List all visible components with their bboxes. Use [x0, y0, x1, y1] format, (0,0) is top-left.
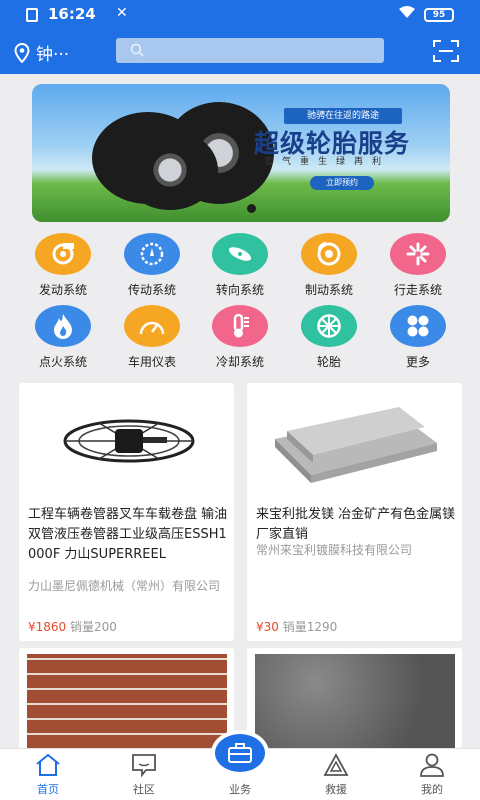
warning-triangle-icon — [323, 753, 349, 776]
product-title: 来宝利批发镁 冶金矿产有色金属镁 厂家直销 — [256, 507, 456, 542]
location-selector[interactable]: 钟··· — [14, 40, 69, 65]
product-price-row: ¥30 销量1290 — [256, 618, 337, 635]
promo-banner[interactable]: 驰骋在往返的路途 超级轮胎服务 蓄气重生绿再利 立即预约 — [32, 84, 450, 222]
tab-label: 救援 — [325, 783, 347, 796]
person-icon — [420, 753, 444, 777]
category-running[interactable]: 行走系统 — [376, 233, 460, 298]
product-price: ¥1860 — [28, 620, 67, 634]
product-title: 工程车辆卷管器叉车车载卷盘 输油双管液压卷管器工业级高压ESSH1000F 力山… — [28, 507, 228, 562]
tab-label: 我的 — [421, 783, 443, 796]
banner-button[interactable]: 立即预约 — [310, 176, 374, 190]
flame-icon — [35, 305, 91, 347]
product-image — [19, 383, 234, 507]
tab-label: 社区 — [133, 783, 155, 796]
top-bar: 16:24 ✕ 95 钟··· — [0, 0, 480, 74]
turbo-icon — [35, 233, 91, 275]
category-brake[interactable]: 制动系统 — [287, 233, 371, 298]
banner-tagline: 蓄气重生绿再利 — [264, 157, 391, 167]
banner-subtitle: 驰骋在往返的路途 — [284, 108, 402, 124]
product-price-row: ¥1860 销量200 — [28, 618, 117, 635]
gauge-icon — [124, 305, 180, 347]
category-label: 冷却系统 — [215, 355, 264, 369]
tire-image — [122, 130, 218, 210]
category-label: 轮胎 — [316, 355, 341, 369]
wifi-icon — [398, 5, 416, 23]
tab-label: 业务 — [229, 783, 251, 796]
location-pin-icon — [14, 42, 30, 63]
product-shop: 常州来宝利镀膜科技有限公司 — [256, 543, 413, 557]
product-price: ¥30 — [256, 620, 279, 634]
battery-indicator: 95 — [424, 8, 454, 22]
search-icon — [130, 43, 144, 57]
status-bar: 16:24 ✕ 95 — [0, 0, 480, 30]
category-label: 行走系统 — [393, 283, 442, 297]
tab-mine[interactable]: 我的 — [392, 749, 472, 797]
more-grid-icon — [390, 305, 446, 347]
thermometer-icon — [212, 305, 268, 347]
category-tire[interactable]: 轮胎 — [287, 305, 371, 370]
tire-icon — [301, 305, 357, 347]
category-grid: 发动系统 传动系统 转向系统 制动系统 行走系统 点火系统 车用仪表 冷却系统 … — [0, 230, 480, 370]
wheel-spin-icon — [390, 233, 446, 275]
category-label: 转向系统 — [215, 283, 264, 297]
product-image — [247, 383, 462, 507]
product-image — [27, 654, 227, 748]
tools-icon: ✕ — [116, 5, 128, 21]
category-gauges[interactable]: 车用仪表 — [110, 305, 194, 370]
category-more[interactable]: 更多 — [376, 305, 460, 370]
carousel-indicator[interactable] — [247, 204, 256, 213]
chat-icon — [132, 754, 156, 777]
product-shop: 力山墨尼佩德机械（常州）有限公司 — [28, 579, 221, 593]
product-sales: 销量1290 — [282, 620, 338, 634]
tab-label: 首页 — [37, 783, 59, 796]
tab-community[interactable]: 社区 — [104, 749, 184, 797]
category-label: 传动系统 — [127, 283, 176, 297]
product-card[interactable]: 工程车辆卷管器叉车车载卷盘 输油双管液压卷管器工业级高压ESSH1000F 力山… — [19, 383, 234, 641]
scan-icon[interactable] — [433, 40, 459, 62]
product-card[interactable] — [247, 648, 462, 748]
status-time: 16:24 — [48, 5, 96, 23]
category-ignition[interactable]: 点火系统 — [21, 305, 105, 370]
category-label: 车用仪表 — [127, 355, 176, 369]
category-engine[interactable]: 发动系统 — [21, 233, 105, 298]
product-card[interactable] — [19, 648, 234, 748]
product-sales: 销量200 — [70, 620, 117, 634]
brake-icon — [301, 233, 357, 275]
category-steering[interactable]: 转向系统 — [198, 233, 282, 298]
category-label: 点火系统 — [38, 355, 87, 369]
product-card[interactable]: 来宝利批发镁 冶金矿产有色金属镁 厂家直销 常州来宝利镀膜科技有限公司 ¥30 … — [247, 383, 462, 641]
location-label: 钟··· — [36, 45, 70, 65]
gear-shift-icon — [124, 233, 180, 275]
category-cooling[interactable]: 冷却系统 — [198, 305, 282, 370]
tab-rescue[interactable]: 救援 — [296, 749, 376, 797]
steering-icon — [212, 233, 268, 275]
product-image — [255, 654, 455, 748]
tab-home[interactable]: 首页 — [8, 749, 88, 797]
category-label: 更多 — [405, 355, 430, 369]
home-icon — [36, 753, 60, 776]
category-transmission[interactable]: 传动系统 — [110, 233, 194, 298]
category-label: 制动系统 — [304, 283, 353, 297]
sim-icon — [26, 8, 38, 22]
search-input[interactable] — [116, 38, 384, 63]
briefcase-icon — [228, 743, 252, 763]
business-center-button[interactable] — [211, 730, 269, 776]
category-label: 发动系统 — [38, 283, 87, 297]
